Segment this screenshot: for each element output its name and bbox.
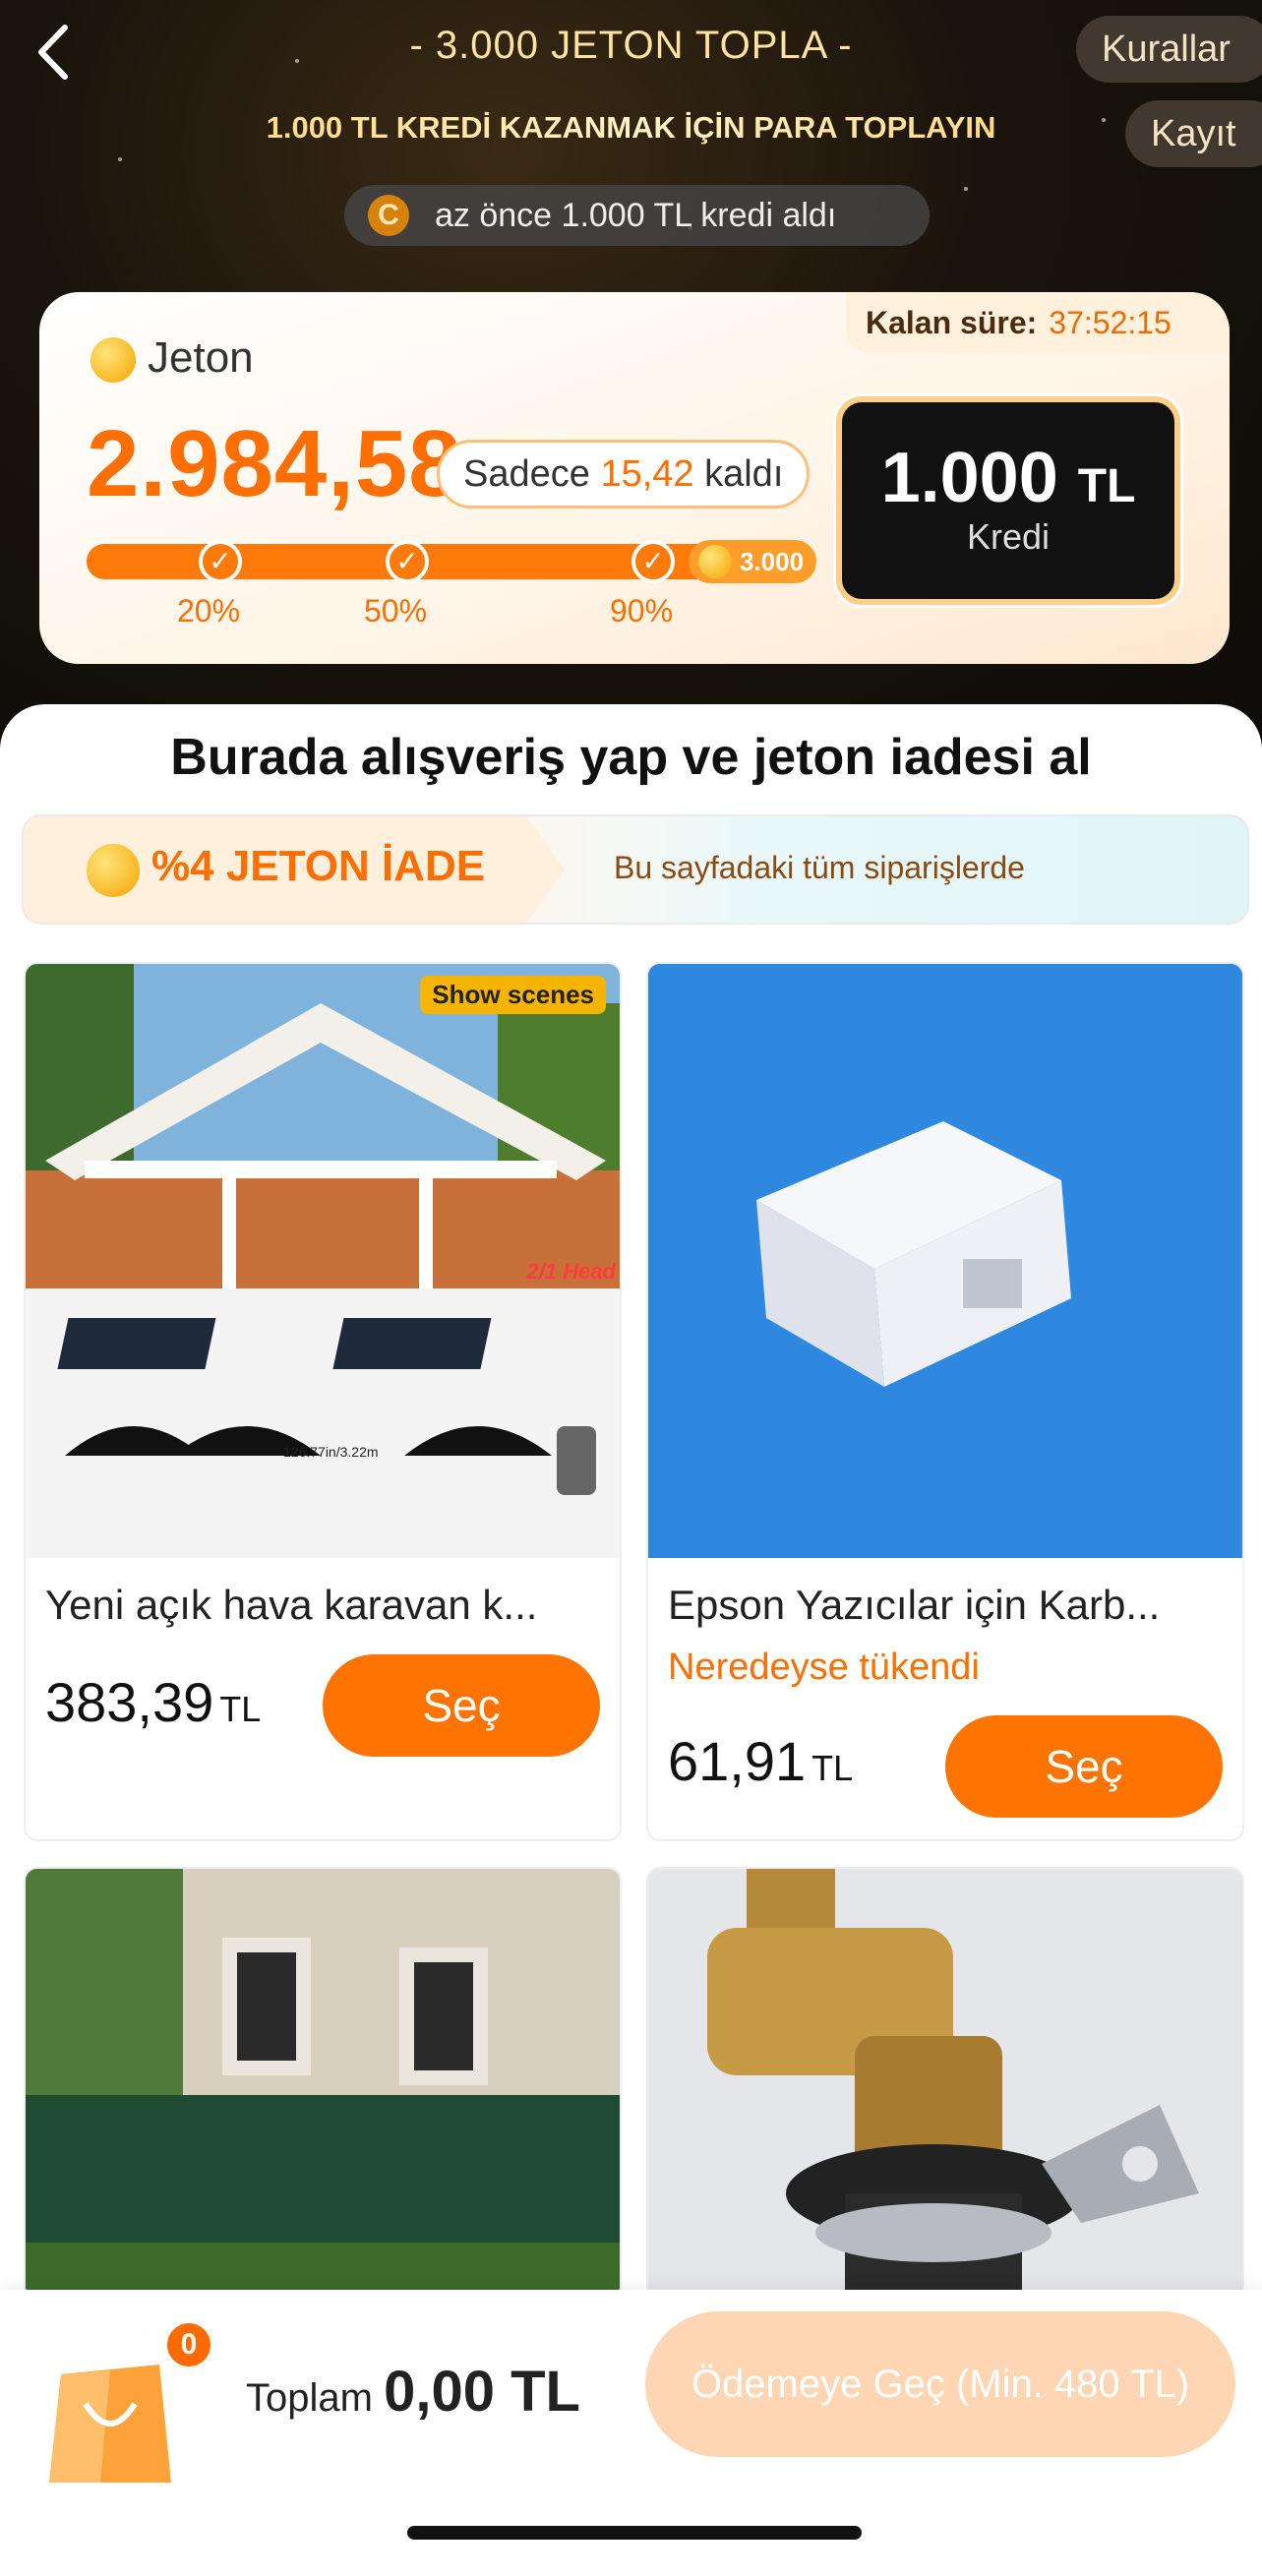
product-image[interactable]: [648, 1869, 1242, 2298]
reward-currency: TL: [1077, 460, 1136, 512]
reward-amount: 1.000 TL: [842, 438, 1174, 518]
milestone-check-icon: ✓: [631, 540, 675, 583]
product-price: 383,39 TL: [45, 1670, 261, 1734]
cashback-text: Bu sayfadaki tüm siparişlerde: [614, 850, 1025, 885]
remaining-suffix: kaldı: [704, 453, 784, 495]
select-button[interactable]: Seç: [945, 1715, 1223, 1818]
sparkle: [964, 187, 968, 191]
total-label: Toplam: [246, 2376, 373, 2420]
ink-pad-image: [648, 964, 1242, 1558]
remaining-bubble: Sadece 15,42 kaldı: [437, 440, 811, 509]
record-button[interactable]: Kayıt: [1125, 100, 1262, 167]
recent-activity-ticker: C az önce 1.000 TL kredi aldı: [344, 185, 930, 246]
product-price: 61,91 TL: [668, 1729, 853, 1793]
price-currency: TL: [811, 1748, 854, 1788]
reward-value: 1.000: [880, 439, 1058, 517]
image-note: 2/1 Head: [526, 1259, 617, 1284]
coin-label: Jeton: [148, 333, 254, 382]
goal-badge: 3.000: [689, 540, 816, 583]
progress-card: Kalan süre: 37:52:15 Jeton 2.984,58 Sadec…: [39, 292, 1230, 664]
remaining-prefix: Sadece: [463, 453, 590, 495]
image-label: 126.77in/3.22m: [283, 1444, 379, 1460]
reward-type: Kredi: [966, 516, 1051, 557]
cashback-badge-label: %4 JETON İADE: [151, 842, 486, 890]
sparkle: [118, 157, 122, 161]
price-value: 61,91: [668, 1730, 807, 1792]
product-image[interactable]: [26, 1869, 620, 2298]
price-value: 383,39: [45, 1671, 214, 1733]
privacy-fence-image: [26, 1869, 620, 2298]
checkout-bar: 0 Toplam 0,00 TL Ödemeye Geç (Min. 480 T…: [0, 2290, 1262, 2576]
milestone-check-icon: ✓: [199, 540, 242, 583]
total-value: 0,00 TL: [384, 2360, 580, 2424]
recent-activity-text: az önce 1.000 TL kredi aldı: [435, 197, 837, 234]
goal-value: 3.000: [740, 547, 805, 576]
product-image[interactable]: [648, 964, 1242, 1558]
cart-button[interactable]: [41, 2335, 179, 2492]
stock-status: Neredeyse tükendi: [668, 1647, 980, 1688]
rules-button[interactable]: Kurallar: [1076, 16, 1262, 83]
cart-count-badge: 0: [163, 2319, 214, 2370]
remaining-value: 15,42: [600, 453, 694, 495]
product-name[interactable]: Yeni açık hava karavan k...: [45, 1582, 608, 1629]
coin-icon: [90, 337, 136, 384]
page-subtitle: 1.000 TL KREDİ KAZANMAK İÇİN PARA TOPLAY…: [0, 110, 1262, 146]
cashback-banner: %4 JETON İADE Bu sayfadaki tüm siparişle…: [22, 814, 1249, 925]
product-card[interactable]: Show scenes 2/1 Head 126.77in/3.22m Yeni…: [24, 962, 622, 1841]
coin-icon: [698, 545, 732, 578]
countdown-timer: Kalan süre: 37:52:15: [846, 292, 1230, 353]
credit-coin-icon: C: [368, 195, 409, 236]
product-card[interactable]: [24, 1867, 622, 2300]
shopping-bag-icon: [49, 2365, 171, 2483]
milestone-label: 90%: [610, 593, 674, 629]
price-currency: TL: [219, 1689, 262, 1729]
milestone-label: 20%: [177, 593, 241, 629]
show-scenes-tag[interactable]: Show scenes: [420, 976, 606, 1014]
product-image[interactable]: Show scenes 2/1 Head 126.77in/3.22m: [26, 964, 620, 1558]
cashback-badge: %4 JETON İADE: [24, 816, 565, 923]
milestone-label: 50%: [364, 593, 428, 629]
product-name[interactable]: Epson Yazıcılar için Karb...: [668, 1582, 1231, 1629]
panel-title: Burada alışveriş yap ve jeton iadesi al: [170, 729, 1092, 786]
checkout-button[interactable]: Ödemeye Geç (Min. 480 TL): [645, 2311, 1235, 2457]
product-card[interactable]: [646, 1867, 1244, 2300]
timer-label: Kalan süre:: [866, 305, 1038, 340]
milestone-check-icon: ✓: [386, 540, 429, 583]
cart-total: Toplam 0,00 TL: [246, 2359, 580, 2425]
product-card[interactable]: Epson Yazıcılar için Karb... Neredeyse t…: [646, 962, 1244, 1841]
coin-header: Jeton: [90, 333, 254, 384]
reward-card[interactable]: 1.000 TL Kredi: [836, 396, 1180, 605]
select-button[interactable]: Seç: [323, 1654, 600, 1757]
coin-icon: [87, 844, 140, 897]
home-indicator: [407, 2526, 862, 2540]
page-title: - 3.000 JETON TOPLA -: [409, 24, 853, 67]
timer-value: 37:52:15: [1049, 305, 1172, 340]
faucet-image: [648, 1869, 1242, 2298]
